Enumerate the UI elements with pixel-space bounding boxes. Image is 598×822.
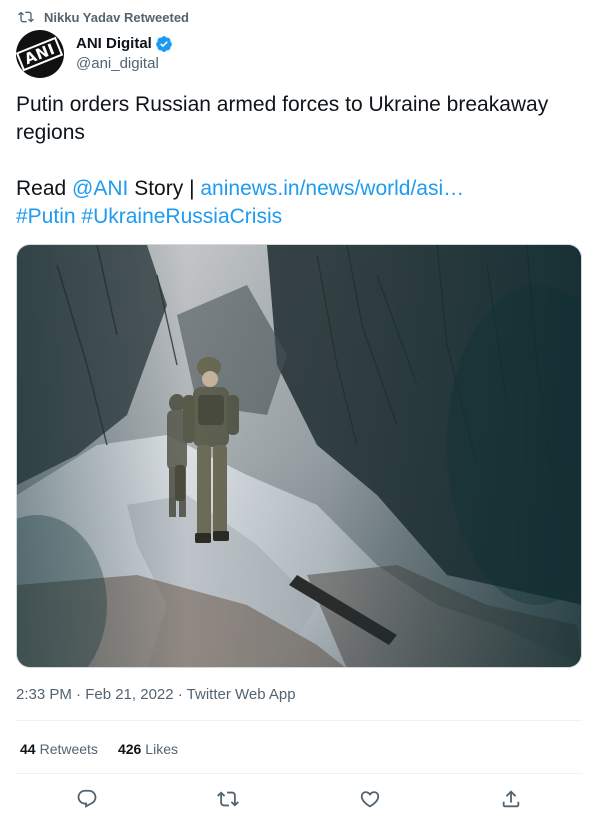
tweet-header: ANI ANI Digital @ani_digital — [16, 30, 173, 78]
author-name-row[interactable]: ANI Digital — [76, 34, 173, 54]
avatar-logo-text: ANI — [16, 36, 64, 72]
likes-label: Likes — [145, 741, 178, 757]
tweet-timestamp[interactable]: 2:33 PM · Feb 21, 2022 · Twitter Web App — [16, 685, 296, 705]
retweets-label: Retweets — [39, 741, 98, 757]
tweet-stats: 44 Retweets 426 Likes — [20, 739, 198, 759]
divider — [16, 720, 582, 721]
tweet-detail: Nikku Yadav Retweeted ANI ANI Digital @a… — [0, 0, 598, 822]
verified-badge-icon — [155, 35, 173, 53]
retweets-count: 44 — [20, 741, 36, 757]
retweet-button[interactable] — [215, 786, 241, 812]
reply-icon — [77, 789, 97, 808]
retweet-context-label: Nikku Yadav Retweeted — [44, 9, 189, 25]
avatar[interactable]: ANI — [16, 30, 64, 78]
share-button[interactable] — [498, 786, 524, 812]
like-button[interactable] — [357, 786, 383, 812]
author-handle[interactable]: @ani_digital — [76, 54, 173, 74]
photo-soldier-in-snow — [17, 245, 581, 667]
read-prefix: Read — [16, 177, 67, 200]
heart-icon — [360, 791, 379, 808]
tweet-hashtags: #Putin #UkraineRussiaCrisis — [16, 203, 582, 231]
retweet-icon — [217, 791, 240, 807]
likes-stat[interactable]: 426 Likes — [118, 739, 178, 759]
retweets-stat[interactable]: 44 Retweets — [20, 739, 98, 759]
tweet-read-line: Read @ANI Story | aninews.in/news/world/… — [16, 175, 582, 203]
mention-link[interactable]: @ANI — [72, 177, 128, 200]
author-name[interactable]: ANI Digital — [76, 34, 152, 54]
tweet-text: Putin orders Russian armed forces to Ukr… — [16, 91, 582, 231]
article-link[interactable]: aninews.in/news/world/asi… — [200, 177, 464, 200]
hashtag-ukraine-russia-crisis[interactable]: #UkraineRussiaCrisis — [81, 205, 282, 228]
likes-count: 426 — [117, 741, 142, 757]
action-bar — [16, 786, 582, 812]
retweet-icon — [18, 9, 34, 25]
hashtag-putin[interactable]: #Putin — [16, 205, 76, 228]
tweet-photo[interactable] — [16, 244, 582, 668]
share-icon — [503, 790, 520, 808]
reply-button[interactable] — [74, 786, 100, 812]
story-word: Story | — [134, 177, 195, 200]
tweet-headline: Putin orders Russian armed forces to Ukr… — [16, 93, 549, 144]
retweet-context[interactable]: Nikku Yadav Retweeted — [18, 8, 189, 26]
divider — [16, 773, 582, 774]
author-info: ANI Digital @ani_digital — [76, 34, 173, 74]
